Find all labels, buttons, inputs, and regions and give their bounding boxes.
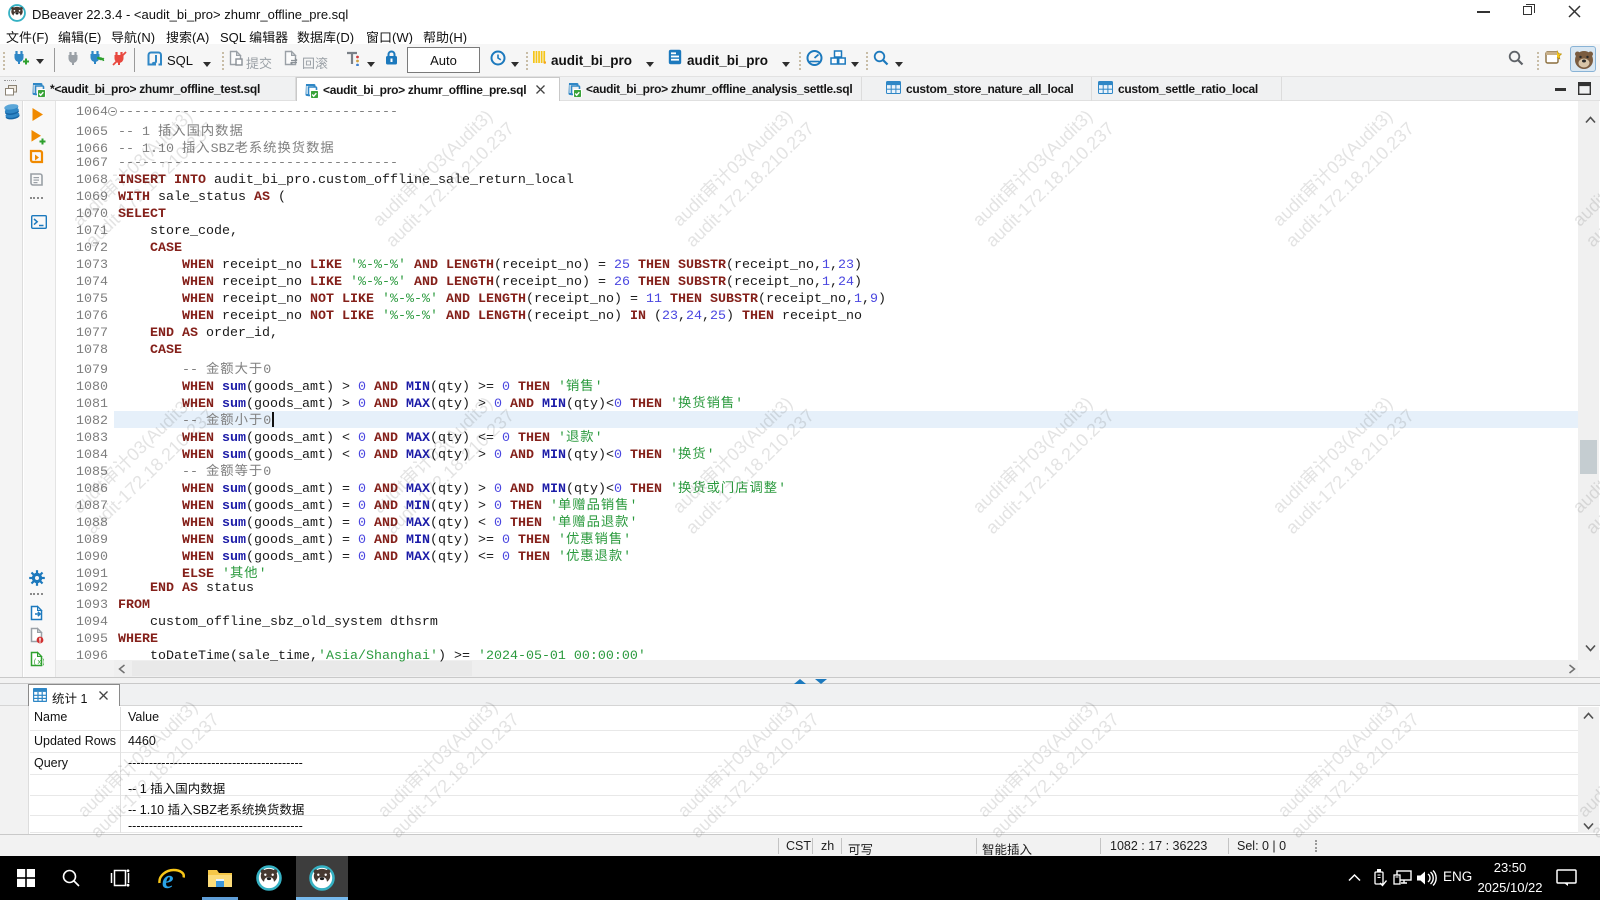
svg-text:(x): (x) xyxy=(33,659,44,667)
